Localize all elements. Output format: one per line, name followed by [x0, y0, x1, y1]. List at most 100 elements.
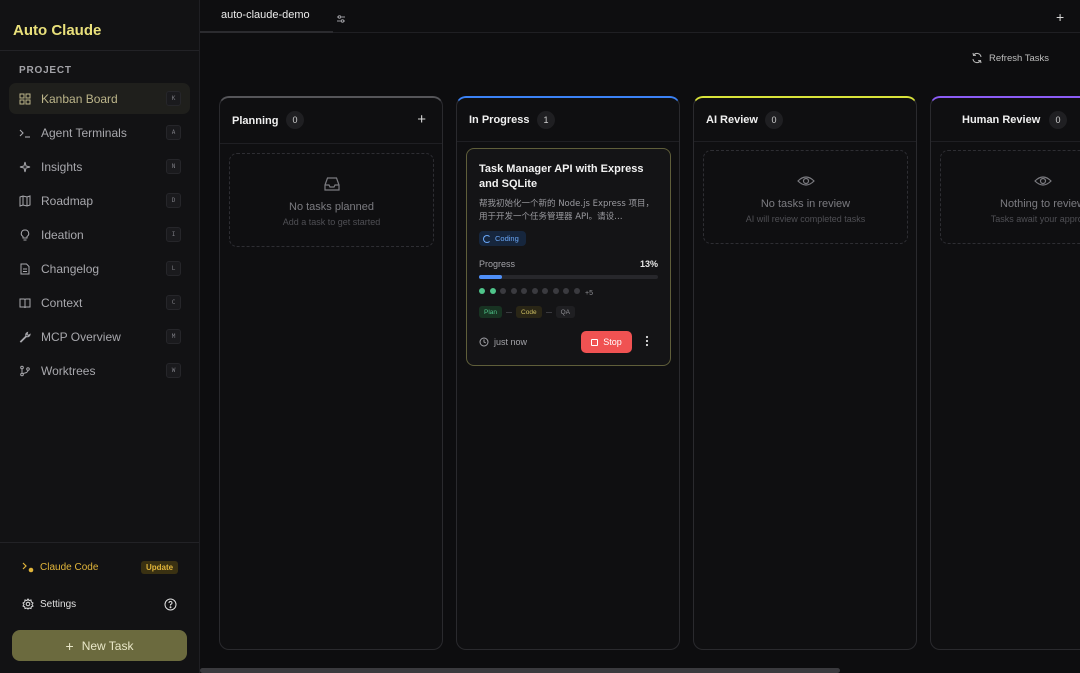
task-time: just now [479, 337, 527, 347]
sidebar-item-ideation[interactable]: Ideation I [9, 219, 190, 250]
column-count-badge: 0 [1049, 111, 1067, 129]
column-title: Human Review [962, 114, 1041, 126]
shortcut-key: I [166, 227, 181, 242]
column-count-badge: 0 [765, 111, 783, 129]
sidebar-item-label: Ideation [41, 227, 84, 242]
sidebar-item-insights[interactable]: Insights N [9, 151, 190, 182]
column-in-progress: In Progress 1 Task Manager API with Expr… [456, 96, 680, 650]
sidebar-item-label: Context [41, 295, 83, 310]
column-title: Planning [232, 115, 279, 127]
sidebar-item-kanban-board[interactable]: Kanban Board K [9, 83, 190, 114]
shortcut-key: M [166, 329, 181, 344]
task-card[interactable]: Task Manager API with Express and SQLite… [466, 148, 671, 366]
progress-bar-fill [479, 275, 503, 279]
subtask-dot [521, 288, 527, 294]
section-label-project: PROJECT [19, 65, 72, 76]
sidebar-item-label: Worktrees [41, 363, 96, 378]
subtasks-more-count: +5 [585, 290, 593, 297]
settings-button[interactable]: Settings [22, 598, 76, 610]
sidebar-item-roadmap[interactable]: Roadmap D [9, 185, 190, 216]
progress-bar [479, 275, 658, 279]
add-project-tab-button[interactable]: + [1056, 9, 1064, 25]
empty-subtitle: Add a task to get started [282, 217, 381, 227]
task-title: Task Manager API with Express and SQLite [479, 163, 644, 190]
project-tab[interactable]: auto-claude-demo [221, 9, 310, 21]
stop-button[interactable]: Stop [581, 331, 632, 353]
subtask-dot [500, 288, 506, 294]
file-text-icon [19, 263, 31, 275]
subtask-dot [489, 288, 496, 294]
book-icon [19, 297, 31, 309]
column-header: AI Review 0 [694, 98, 916, 142]
phase-code: Code [516, 306, 542, 318]
new-task-label: New Task [81, 638, 134, 653]
sidebar-item-agent-terminals[interactable]: Agent Terminals A [9, 117, 190, 148]
shortcut-key: L [166, 261, 181, 276]
shortcut-key: N [166, 159, 181, 174]
sidebar-item-worktrees[interactable]: Worktrees W [9, 355, 190, 386]
subtask-dot [531, 288, 538, 294]
map-icon [19, 194, 31, 207]
claude-code-status[interactable]: Claude Code [21, 560, 98, 574]
empty-title: Nothing to review [1000, 198, 1080, 210]
stop-icon [591, 338, 599, 346]
empty-state: Nothing to review Tasks await your appro… [940, 150, 1080, 244]
task-time-label: just now [494, 337, 528, 347]
progress-value: 13% [639, 259, 658, 269]
sidebar-item-label: Insights [41, 159, 83, 174]
update-badge[interactable]: Update [141, 561, 179, 574]
plus-icon: + [65, 637, 74, 654]
sidebar-item-label: Agent Terminals [41, 125, 127, 140]
empty-subtitle: AI will review completed tasks [745, 214, 866, 224]
lightbulb-icon [19, 229, 31, 241]
sidebar-item-changelog[interactable]: Changelog L [9, 253, 190, 284]
stop-label: Stop [603, 337, 622, 347]
sidebar-item-label: Roadmap [41, 193, 94, 208]
sidebar-item-mcp-overview[interactable]: MCP Overview M [9, 321, 190, 352]
status-badge: Coding [479, 231, 526, 246]
divider [0, 542, 199, 543]
refresh-tasks-button[interactable]: Refresh Tasks [971, 52, 1049, 64]
claude-code-icon [21, 560, 35, 574]
column-planning: Planning 0 + No tasks planned Add a task… [219, 96, 443, 650]
active-tab-indicator [200, 31, 333, 33]
eye-icon [1033, 172, 1052, 190]
grid-icon [19, 93, 31, 105]
subtask-dot [542, 288, 548, 294]
sidebar-item-context[interactable]: Context C [9, 287, 190, 318]
sidebar: Auto Claude PROJECT Kanban Board K Agent… [0, 0, 200, 673]
sidebar-item-label: Kanban Board [41, 91, 118, 106]
phase-connector [506, 311, 513, 313]
refresh-icon [971, 52, 983, 64]
eye-icon [796, 172, 815, 190]
refresh-tasks-label: Refresh Tasks [989, 52, 1050, 64]
sidebar-item-label: Changelog [41, 261, 100, 276]
new-task-button[interactable]: + New Task [12, 630, 187, 661]
terminal-icon [19, 127, 31, 139]
empty-state: No tasks planned Add a task to get start… [229, 153, 434, 247]
column-ai-review: AI Review 0 No tasks in review AI will r… [693, 96, 917, 650]
column-human-review: Human Review 0 Nothing to review Tasks a… [930, 96, 1080, 650]
add-task-to-column-button[interactable]: + [417, 111, 426, 128]
shortcut-key: A [166, 125, 181, 140]
phase-connector [545, 311, 552, 313]
sliders-icon[interactable] [336, 11, 346, 23]
help-icon[interactable] [164, 598, 177, 611]
git-branch-icon [19, 365, 31, 377]
shortcut-key: K [166, 91, 181, 106]
status-label: Coding [495, 234, 519, 243]
horizontal-scrollbar[interactable] [200, 668, 840, 673]
shortcut-key: W [166, 363, 181, 378]
column-title: AI Review [706, 114, 758, 126]
phase-pipeline: Plan Code QA [479, 306, 575, 318]
column-header: Planning 0 + [220, 98, 442, 144]
shortcut-key: D [166, 193, 181, 208]
more-vertical-icon[interactable] [643, 334, 651, 348]
loading-spinner-icon [483, 234, 491, 243]
sparkles-icon [19, 161, 31, 173]
progress-label: Progress [479, 259, 516, 269]
column-count-badge: 0 [286, 111, 304, 129]
gear-icon [22, 598, 34, 610]
clock-icon [479, 337, 489, 347]
empty-title: No tasks planned [289, 201, 374, 213]
